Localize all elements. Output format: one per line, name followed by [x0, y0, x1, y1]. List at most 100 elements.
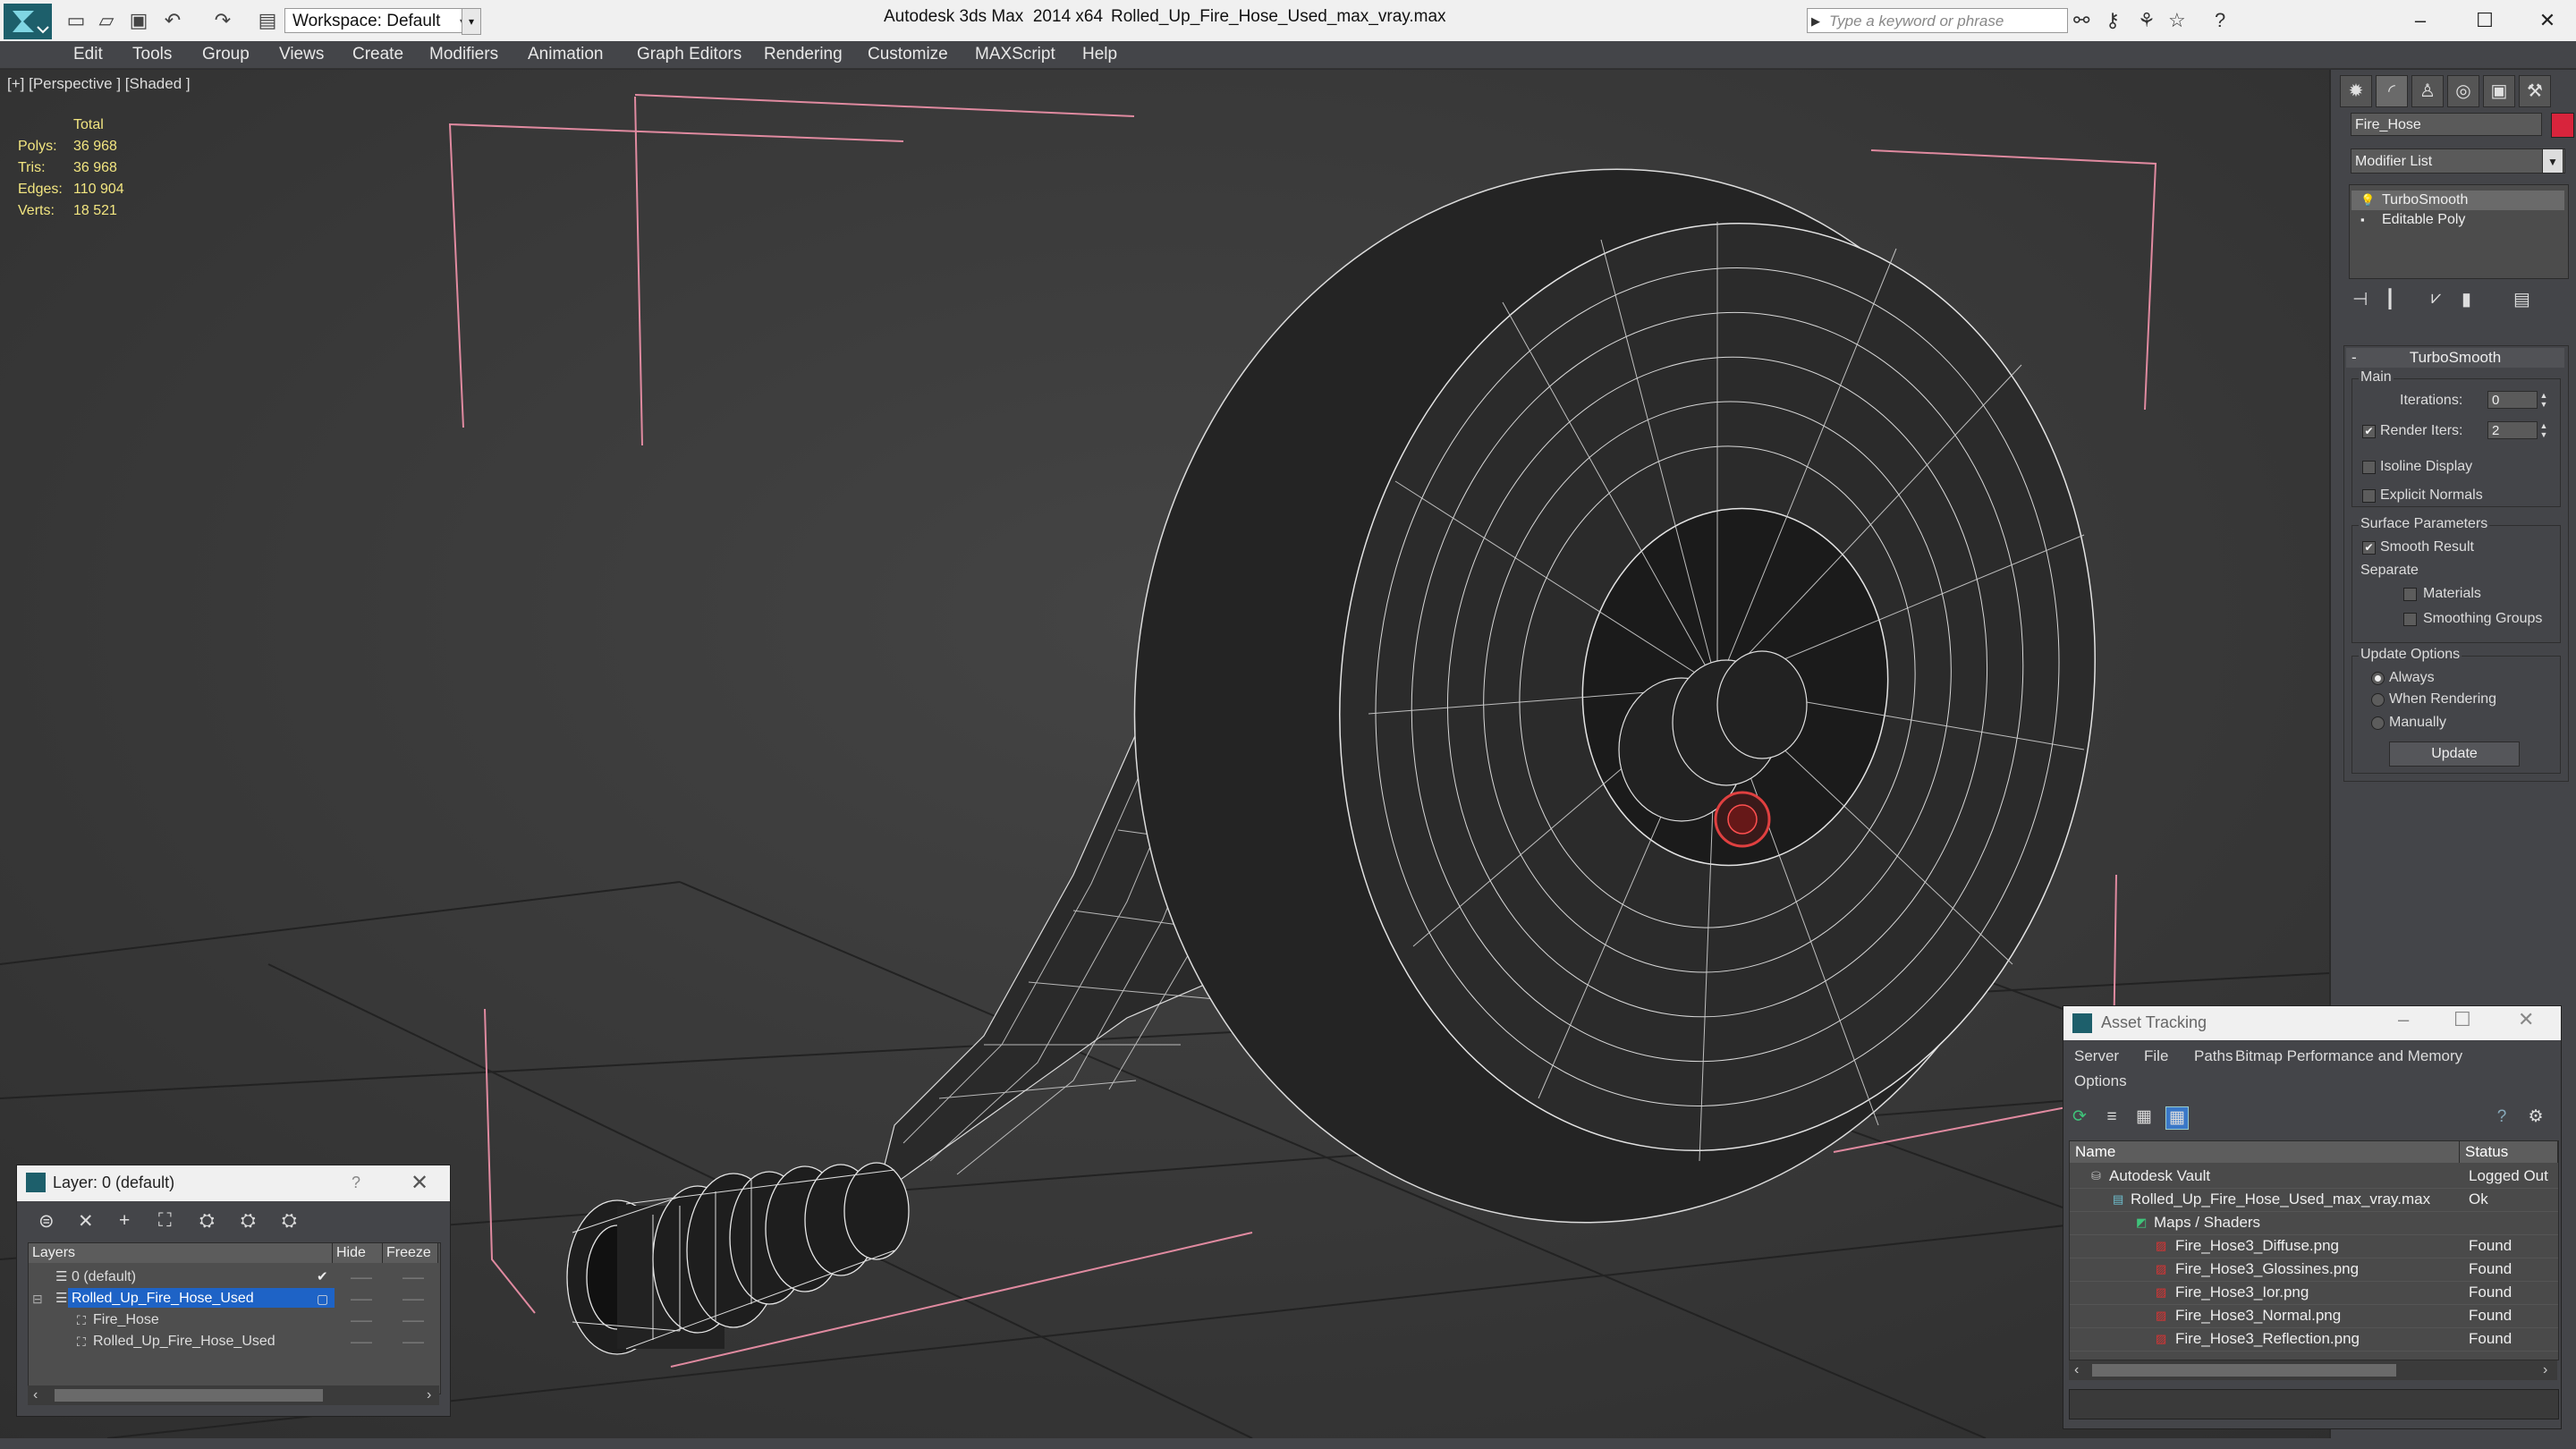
delete-layer-icon[interactable]: ✕: [78, 1210, 94, 1233]
freeze-toggle[interactable]: ——: [402, 1331, 424, 1352]
scrollbar-thumb[interactable]: [55, 1389, 323, 1402]
materials-checkbox[interactable]: [2403, 588, 2417, 601]
asset-dialog-titlebar[interactable]: Asset Tracking – ☐ ✕: [2063, 1006, 2561, 1040]
pin-stack-icon[interactable]: ⊣: [2352, 288, 2368, 310]
search-input[interactable]: ▶ Type a keyword or phrase: [1807, 8, 2068, 33]
asset-path-field[interactable]: [2069, 1389, 2559, 1419]
close-button[interactable]: ✕: [2518, 1008, 2534, 1031]
layer-dialog-titlebar[interactable]: Layer: 0 (default) ? ✕: [17, 1165, 450, 1201]
modify-tab-icon[interactable]: ◜: [2376, 75, 2408, 107]
new-file-icon[interactable]: ▭: [64, 9, 88, 32]
menu-file[interactable]: File: [2144, 1047, 2168, 1065]
isoline-display-checkbox[interactable]: [2362, 461, 2376, 474]
stack-item-turbosmooth[interactable]: 💡 TurboSmooth: [2351, 191, 2564, 210]
iterations-spinner[interactable]: 0: [2487, 391, 2538, 409]
spinner-arrows-icon[interactable]: ▲ ▼: [2539, 391, 2548, 409]
horizontal-scrollbar[interactable]: ‹ ›: [2069, 1360, 2557, 1380]
active-layer-check-icon[interactable]: ✔: [317, 1267, 328, 1288]
menu-paths[interactable]: Paths: [2194, 1047, 2233, 1065]
freeze-toggle[interactable]: ——: [402, 1267, 424, 1288]
explicit-normals-checkbox[interactable]: [2362, 489, 2376, 503]
make-unique-icon[interactable]: ⩗: [2431, 288, 2441, 309]
scroll-left-icon[interactable]: ‹: [33, 1385, 38, 1405]
save-icon[interactable]: ▣: [127, 9, 150, 32]
layer-row[interactable]: ☰ 0 (default) ✔ —— ——: [29, 1267, 438, 1288]
column-header-name[interactable]: Name: [2070, 1141, 2460, 1163]
asset-row[interactable]: ▤ Rolled_Up_Fire_Hose_Used_max_vray.max …: [2070, 1188, 2558, 1212]
viewport-label[interactable]: [+] [Perspective ] [Shaded ]: [7, 75, 191, 93]
hide-toggle[interactable]: ——: [351, 1288, 372, 1309]
close-icon[interactable]: ✕: [411, 1170, 428, 1196]
redo-icon[interactable]: ↷: [211, 9, 234, 32]
display-tab-icon[interactable]: ▣: [2483, 75, 2515, 107]
menu-server[interactable]: Server: [2074, 1047, 2119, 1065]
update-button[interactable]: Update: [2389, 741, 2520, 767]
hierarchy-tab-icon[interactable]: ♙: [2411, 75, 2444, 107]
menu-graph-editors[interactable]: Graph Editors: [637, 45, 741, 64]
motion-tab-icon[interactable]: ◎: [2447, 75, 2479, 107]
asset-row[interactable]: ▨ Fire_Hose3_Diffuse.png Found: [2070, 1234, 2558, 1258]
thumbnail-view-icon[interactable]: ▦: [2133, 1106, 2155, 1128]
menu-bitmap-performance[interactable]: Bitmap Performance and Memory: [2235, 1047, 2462, 1065]
layer-row[interactable]: ⊟ ☰ Rolled_Up_Fire_Hose_Used ▢ —— ——: [29, 1288, 438, 1309]
remove-modifier-icon[interactable]: ▮: [2462, 288, 2471, 310]
object-name-field[interactable]: Fire_Hose: [2351, 113, 2542, 136]
undo-icon[interactable]: ↶: [161, 9, 184, 32]
menu-animation[interactable]: Animation: [528, 45, 604, 64]
expand-icon[interactable]: ▪: [2360, 210, 2365, 230]
refresh-icon[interactable]: ⟳: [2069, 1106, 2090, 1128]
layer-row[interactable]: ⛶ Rolled_Up_Fire_Hose_Used —— ——: [29, 1331, 438, 1352]
hide-toggle[interactable]: ——: [351, 1267, 372, 1288]
table-view-icon[interactable]: ▦: [2165, 1106, 2189, 1130]
freeze-toggle[interactable]: ——: [402, 1309, 424, 1331]
menu-tools[interactable]: Tools: [132, 45, 172, 64]
freeze-all-icon[interactable]: ⛭: [282, 1210, 297, 1232]
minimize-button[interactable]: –: [2394, 4, 2447, 38]
asset-row[interactable]: ▨ Fire_Hose3_Glossines.png Found: [2070, 1258, 2558, 1282]
select-objects-icon[interactable]: ⛶: [158, 1210, 172, 1232]
menu-views[interactable]: Views: [279, 45, 324, 64]
minimize-button[interactable]: –: [2398, 1008, 2409, 1031]
workspace-dropdown-button[interactable]: ▾: [462, 8, 481, 35]
hide-toggle[interactable]: ——: [351, 1331, 372, 1352]
when-rendering-radio[interactable]: [2371, 693, 2385, 707]
horizontal-scrollbar[interactable]: ‹ ›: [28, 1385, 439, 1405]
asset-row[interactable]: ⛁ Autodesk Vault Logged Out: [2070, 1165, 2558, 1189]
scroll-right-icon[interactable]: ›: [2543, 1360, 2547, 1380]
render-iters-spinner[interactable]: 2: [2487, 421, 2538, 439]
collapse-icon[interactable]: ⊟: [32, 1288, 43, 1309]
highlight-layer-icon[interactable]: ⛭: [199, 1210, 215, 1232]
help-icon[interactable]: ?: [352, 1174, 360, 1192]
hide-all-icon[interactable]: ⛭: [241, 1210, 256, 1232]
chevron-down-icon[interactable]: ▼: [2542, 148, 2563, 174]
column-header-status[interactable]: Status: [2460, 1141, 2558, 1163]
freeze-toggle[interactable]: ——: [402, 1288, 424, 1309]
lightbulb-icon[interactable]: 💡: [2360, 191, 2375, 210]
help-icon[interactable]: ?: [2215, 9, 2225, 32]
spinner-arrows-icon[interactable]: ▲ ▼: [2539, 421, 2548, 439]
layer-row[interactable]: ⛶ Fire_Hose —— ——: [29, 1309, 438, 1331]
close-button[interactable]: ✕: [2521, 4, 2574, 38]
asset-row[interactable]: ▨ Fire_Hose3_Normal.png Found: [2070, 1304, 2558, 1328]
asset-row[interactable]: ◩ Maps / Shaders: [2070, 1211, 2558, 1235]
asset-row[interactable]: ▨ Fire_Hose3_Ior.png Found: [2070, 1281, 2558, 1305]
modifier-list-select[interactable]: Modifier List: [2351, 148, 2565, 174]
always-radio[interactable]: [2371, 672, 2385, 685]
new-layer-icon[interactable]: ⊜: [38, 1210, 55, 1233]
exchange-icon[interactable]: ⚘: [2138, 9, 2156, 32]
modifier-stack[interactable]: 💡 TurboSmooth ▪ Editable Poly: [2349, 184, 2569, 279]
scroll-right-icon[interactable]: ›: [427, 1385, 431, 1405]
stack-item-editable-poly[interactable]: ▪ Editable Poly: [2351, 210, 2564, 230]
menu-modifiers[interactable]: Modifiers: [429, 45, 498, 64]
open-file-icon[interactable]: ▱: [95, 9, 118, 32]
menu-maxscript[interactable]: MAXScript: [975, 45, 1055, 64]
menu-create[interactable]: Create: [352, 45, 403, 64]
menu-options[interactable]: Options: [2074, 1072, 2127, 1090]
scroll-left-icon[interactable]: ‹: [2074, 1360, 2079, 1380]
maximize-button[interactable]: ☐: [2453, 1008, 2471, 1031]
maximize-button[interactable]: ☐: [2458, 4, 2512, 38]
set-current-icon[interactable]: ▢: [317, 1288, 328, 1309]
hide-toggle[interactable]: ——: [351, 1309, 372, 1331]
render-iters-checkbox[interactable]: ✔: [2362, 425, 2376, 438]
key-icon[interactable]: ⚷: [2106, 9, 2120, 32]
